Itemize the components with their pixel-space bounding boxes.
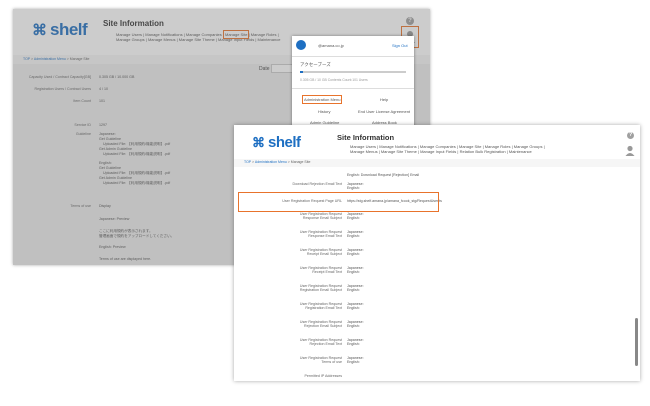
row-label: Rejection Email Text: [309, 342, 343, 346]
breadcrumb-admin-menu[interactable]: Administration Menu: [255, 160, 287, 164]
nav-manage-companies[interactable]: Manage Companies: [420, 144, 456, 149]
nav-manage-menus[interactable]: Manage Menus: [350, 149, 378, 154]
row-label: Registration Email Subject: [299, 288, 342, 292]
nav-manage-roles[interactable]: Manage Roles: [485, 144, 511, 149]
row-value: English:: [347, 306, 360, 310]
nav-manage-groups[interactable]: Manage Groups: [514, 144, 543, 149]
avatar: [296, 40, 306, 50]
highlight-box-registration-url: [238, 192, 439, 212]
row-label: Permitted IP Addresses: [304, 374, 343, 378]
row-value: English:: [347, 288, 360, 292]
nav-manage-site[interactable]: Manage Site: [459, 144, 481, 149]
menu-divider: [292, 88, 414, 89]
nav-maintenance[interactable]: Maintenance: [509, 149, 532, 154]
menu-divider: [292, 56, 414, 57]
row-label: Response Email Subject: [302, 216, 342, 220]
breadcrumb: TOP > Administration Menu > Manage Site: [234, 159, 640, 167]
nav-manage-input-fields[interactable]: Manage Input Fields: [420, 149, 456, 154]
row-value: English:: [347, 342, 360, 346]
row-value: English:: [347, 360, 360, 364]
page-title: Site Information: [337, 133, 395, 142]
screenshot-site-info: ⌘ shelf Site Information Manage Users | …: [234, 125, 640, 381]
nav-manage-notifications[interactable]: Manage Notifications: [379, 144, 416, 149]
row-label: Response Email Text: [308, 234, 342, 238]
row-value: English:: [347, 216, 360, 220]
nav-manage-site-theme[interactable]: Manage Site Theme: [381, 149, 417, 154]
header: ⌘ shelf Site Information Manage Users | …: [234, 125, 640, 159]
menu-item-history[interactable]: History: [318, 109, 330, 114]
help-icon[interactable]: ?: [627, 132, 634, 139]
nav-relation-bulk-registration[interactable]: Relation Bulk Registration: [460, 149, 506, 154]
row-label: Receipt Email Text: [312, 270, 342, 274]
row-value: English:: [347, 252, 360, 256]
nav-manage-users[interactable]: Manage Users: [350, 144, 376, 149]
breadcrumb-current: Manage Site: [290, 160, 311, 164]
shelf-logo-icon: ⌘: [252, 134, 265, 150]
row-label: Receipt Email Subject: [306, 252, 342, 256]
menu-item-eula[interactable]: End User License Agreement: [358, 109, 410, 114]
row-label: Download Rejection Email Text: [292, 182, 342, 186]
row-label: Terms of use: [321, 360, 342, 364]
row-value: English:: [347, 324, 360, 328]
account-email: @amana.co.jp: [318, 43, 344, 48]
usage-text: 0.305 GB / 10 GB Contents Count:101 User…: [300, 78, 368, 82]
row-label: Registration Email Text: [305, 306, 342, 310]
logo-text: shelf: [268, 134, 301, 151]
row-value: English:: [347, 270, 360, 274]
row-value: English: Download Request [Rejection] Em…: [347, 173, 420, 177]
row-value: English:: [347, 186, 360, 190]
sign-out-link[interactable]: Sign Out: [392, 43, 408, 48]
user-menu-icon[interactable]: [624, 144, 636, 158]
breadcrumb-top[interactable]: TOP: [244, 160, 251, 164]
admin-nav: Manage Users | Manage Notifications | Ma…: [350, 144, 545, 155]
menu-item-help[interactable]: Help: [380, 97, 388, 102]
usage-bar: [300, 71, 406, 73]
menu-item-administration[interactable]: Administration Menu: [301, 95, 343, 104]
plan-label: アクセーブーズ: [300, 62, 331, 67]
logo: ⌘ shelf: [252, 134, 301, 151]
row-value: English:: [347, 234, 360, 238]
row-label: Rejection Email Subject: [304, 324, 342, 328]
scrollbar-thumb[interactable]: [635, 318, 638, 366]
